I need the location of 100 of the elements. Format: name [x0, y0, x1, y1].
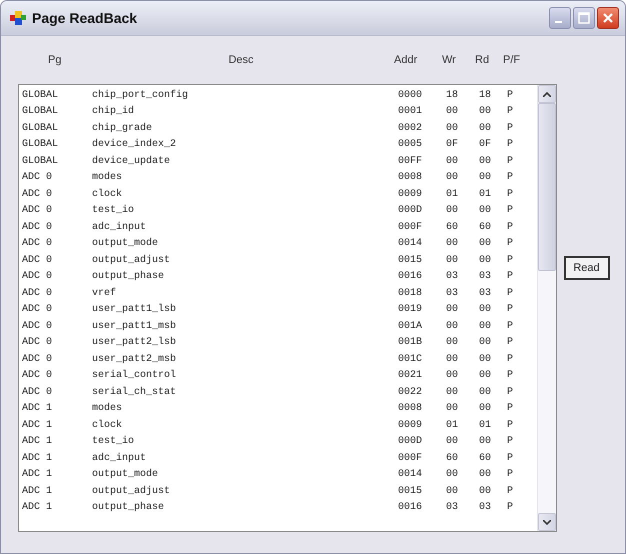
column-header: Desc — [227, 54, 255, 66]
table-cell-text: 60 — [446, 222, 460, 233]
table-cell-text: 00 — [479, 436, 492, 448]
column-header: Rd — [475, 54, 490, 66]
table-cell-text: 60 — [446, 452, 460, 464]
table-cell-text: 01 — [446, 188, 460, 200]
table-cell-text: 00 — [479, 386, 492, 398]
table-cell-text: 0014 — [398, 469, 424, 480]
close-button[interactable] — [597, 7, 619, 29]
table-cell-text: 0005 — [398, 139, 424, 150]
table-cell-text: ADC 1 — [22, 469, 54, 480]
table-cell-text: chip_id — [92, 106, 136, 118]
table-cell-text: serial_control — [92, 370, 178, 382]
table-cell-text: 00 — [479, 304, 492, 316]
caret-up-icon — [543, 92, 551, 96]
minimize-button[interactable] — [549, 7, 571, 29]
table-cell-text: 00 — [446, 337, 460, 348]
table-cell-text: test_io — [92, 436, 136, 448]
table-cell-text: 00 — [446, 156, 460, 167]
table-cell-text: GLOBAL — [22, 122, 60, 134]
table-cell-text: 00 — [446, 386, 460, 398]
table-cell-text: 001C — [398, 354, 424, 365]
table-cell-text: 01 — [479, 420, 492, 431]
table-cell-text: ADC 0 — [22, 288, 54, 299]
table-cell-text: ADC 1 — [22, 502, 54, 514]
table-cell-text: ADC 0 — [22, 172, 54, 184]
table-cell-text: ADC 0 — [22, 254, 54, 266]
read-button[interactable]: Read — [564, 256, 610, 280]
table-cell-text: 00 — [446, 403, 460, 414]
table-cell-text: 03 — [479, 288, 492, 299]
table-cell-text: 00 — [479, 106, 492, 118]
table-cell-text: ADC 0 — [22, 205, 54, 216]
maximize-icon — [578, 12, 590, 24]
table-cell-text: 00FF — [398, 156, 424, 167]
table-cell-text: P — [507, 420, 514, 431]
table-cell-text: P — [507, 122, 514, 134]
table-cell-text: P — [507, 106, 514, 118]
table-cell-text: chip_port_config — [92, 90, 190, 101]
table-cell-text: test_io — [92, 205, 136, 216]
table-cell-text: 01 — [446, 420, 460, 431]
table-cell-text: 00 — [446, 172, 460, 184]
table-cell-text: 001A — [398, 320, 424, 332]
table-cell-text: 0022 — [398, 386, 424, 398]
maximize-button[interactable] — [573, 7, 595, 29]
table-cell-text: 0016 — [398, 271, 424, 282]
table-cell-text: P — [507, 172, 514, 184]
table-cell-text: P — [507, 486, 514, 497]
table-cell-text: 0F — [479, 139, 492, 150]
table-cell-text: 00 — [446, 354, 460, 365]
table-cell-text: P — [507, 354, 514, 365]
table-cell-text: 00 — [446, 122, 460, 134]
close-icon — [602, 12, 614, 24]
table-cell-text: ADC 0 — [22, 222, 54, 233]
table-cell-text: ADC 1 — [22, 420, 54, 431]
scrollbar[interactable] — [537, 85, 556, 531]
table-cell-text: 00 — [446, 254, 460, 266]
table-cell-text: 0019 — [398, 304, 424, 316]
table-cell-text: 00 — [446, 205, 460, 216]
table-cell-text: 00 — [446, 370, 460, 382]
table-cell-text: GLOBAL — [22, 139, 60, 150]
table-cell-text: 03 — [479, 502, 492, 514]
table-cell-text: P — [507, 304, 514, 316]
table-cell-text: serial_ch_stat — [92, 386, 178, 398]
column-header: Pg — [47, 54, 62, 66]
table-cell-text: 60 — [479, 452, 492, 464]
table-cell-text: output_adjust — [92, 254, 172, 266]
table-cell-text: 00 — [479, 238, 492, 250]
table-cell-text: 00 — [479, 122, 492, 134]
table-cell-text: ADC 1 — [22, 403, 54, 414]
table-cell-text: P — [507, 90, 514, 101]
table-cell-text: ADC 0 — [22, 370, 54, 382]
table-cell-text: chip_grade — [92, 122, 154, 134]
table-cell-text: 00 — [479, 469, 492, 480]
table-cell-text: 00 — [479, 337, 492, 348]
table-cell-text: 000D — [398, 436, 424, 448]
table-cell-text: GLOBAL — [22, 156, 60, 167]
table-cell-text: P — [507, 502, 514, 514]
table-cell-text: 0016 — [398, 502, 424, 514]
window-title: Page ReadBack — [32, 10, 138, 26]
table-cell-text: 00 — [479, 403, 492, 414]
table-cell-text: ADC 0 — [22, 304, 54, 316]
table-cell-text: 00 — [479, 205, 492, 216]
table-cell-text: output_mode — [92, 469, 160, 480]
table-cell-text: ADC 0 — [22, 188, 54, 200]
scroll-down-button[interactable] — [538, 513, 556, 531]
table-cell-text: 0014 — [398, 238, 424, 250]
table-cell-text: adc_input — [92, 222, 148, 233]
table-cell-text: 000F — [398, 452, 424, 464]
table-cell-text: P — [507, 222, 514, 233]
table-cell-text: 18 — [446, 90, 460, 101]
column-header: Addr — [394, 54, 418, 66]
table-cell-text: clock — [92, 420, 124, 431]
table-cell-text: 00 — [479, 370, 492, 382]
table-cell-text: 00 — [446, 238, 460, 250]
table-cell-text: 03 — [446, 271, 460, 282]
scroll-thumb[interactable] — [538, 103, 556, 271]
table-cell-text: modes — [92, 172, 124, 184]
table-cell-text: ADC 0 — [22, 337, 54, 348]
table-cell-text: P — [507, 139, 514, 150]
scroll-up-button[interactable] — [538, 85, 556, 103]
